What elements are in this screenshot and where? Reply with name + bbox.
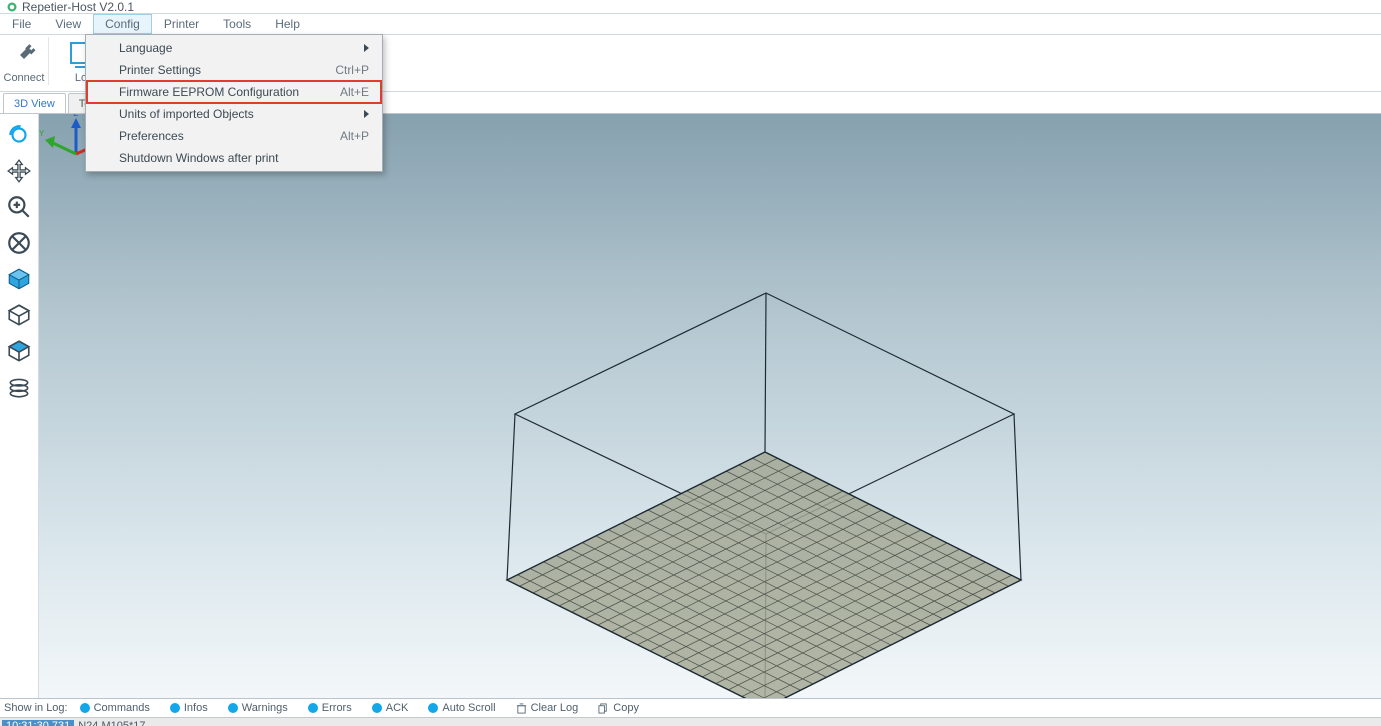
top-view-icon[interactable] — [4, 336, 34, 366]
toggle-infos[interactable]: Infos — [162, 702, 216, 714]
status-dot-icon — [428, 703, 438, 713]
app-icon — [6, 1, 18, 13]
pan-view-icon[interactable] — [4, 156, 34, 186]
toggle-errors[interactable]: Errors — [300, 702, 360, 714]
status-dot-icon — [80, 703, 90, 713]
menuitem-printer-settings[interactable]: Printer Settings Ctrl+P — [87, 59, 381, 81]
log-line-text: N24 M105*17 — [78, 720, 145, 726]
log-panel: 10:31:30.731 N24 M105*17 — [0, 717, 1381, 726]
menuitem-firmware-eeprom[interactable]: Firmware EEPROM Configuration Alt+E — [87, 81, 381, 103]
side-toolbar — [0, 114, 39, 698]
app-window: Repetier-Host V2.0.1 File View Config Pr… — [0, 0, 1381, 726]
menuitem-shutdown-after-print[interactable]: Shutdown Windows after print — [87, 147, 381, 169]
copy-log-button[interactable]: Copy — [590, 702, 647, 714]
menu-tools[interactable]: Tools — [211, 14, 263, 34]
toggle-warnings[interactable]: Warnings — [220, 702, 296, 714]
menuitem-preferences[interactable]: Preferences Alt+P — [87, 125, 381, 147]
toggle-auto-scroll[interactable]: Auto Scroll — [420, 702, 503, 714]
menu-printer[interactable]: Printer — [152, 14, 211, 34]
chevron-right-icon — [364, 110, 369, 118]
rotate-view-icon[interactable] — [4, 120, 34, 150]
clear-log-button[interactable]: Clear Log — [508, 702, 587, 714]
iso-view-icon[interactable] — [4, 264, 34, 294]
toggle-ack[interactable]: ACK — [364, 702, 417, 714]
menuitem-units-imported[interactable]: Units of imported Objects — [87, 103, 381, 125]
perspective-icon[interactable] — [4, 300, 34, 330]
main-area: Z X Y — [0, 114, 1381, 698]
toggle-commands[interactable]: Commands — [72, 702, 158, 714]
menuitem-language[interactable]: Language — [87, 37, 381, 59]
build-volume-render — [39, 114, 1381, 698]
zoom-icon[interactable] — [4, 192, 34, 222]
tab-3d-view[interactable]: 3D View — [3, 93, 66, 113]
svg-text:Y: Y — [39, 129, 45, 138]
menu-file[interactable]: File — [0, 14, 43, 34]
config-dropdown: Language Printer Settings Ctrl+P Firmwar… — [85, 34, 383, 172]
svg-text:Z: Z — [74, 114, 79, 118]
fit-icon[interactable] — [4, 228, 34, 258]
status-dot-icon — [308, 703, 318, 713]
menu-config[interactable]: Config — [93, 14, 152, 34]
status-dot-icon — [372, 703, 382, 713]
log-toolbar: Show in Log: Commands Infos Warnings Err… — [0, 698, 1381, 717]
copy-icon — [598, 703, 609, 714]
status-dot-icon — [228, 703, 238, 713]
status-dot-icon — [170, 703, 180, 713]
viewport-3d[interactable]: Z X Y — [39, 114, 1381, 698]
show-in-log-label: Show in Log: — [4, 702, 68, 714]
chevron-right-icon — [364, 44, 369, 52]
app-title: Repetier-Host V2.0.1 — [22, 0, 134, 14]
trash-icon — [516, 703, 527, 714]
menu-help[interactable]: Help — [263, 14, 312, 34]
titlebar: Repetier-Host V2.0.1 — [0, 0, 1381, 13]
menu-view[interactable]: View — [43, 14, 93, 34]
log-timestamp: 10:31:30.731 — [2, 720, 74, 726]
layers-icon[interactable] — [4, 372, 34, 402]
plug-icon — [8, 39, 40, 71]
menubar: File View Config Printer Tools Help — [0, 13, 1381, 35]
connect-button[interactable]: Connect — [0, 37, 49, 85]
